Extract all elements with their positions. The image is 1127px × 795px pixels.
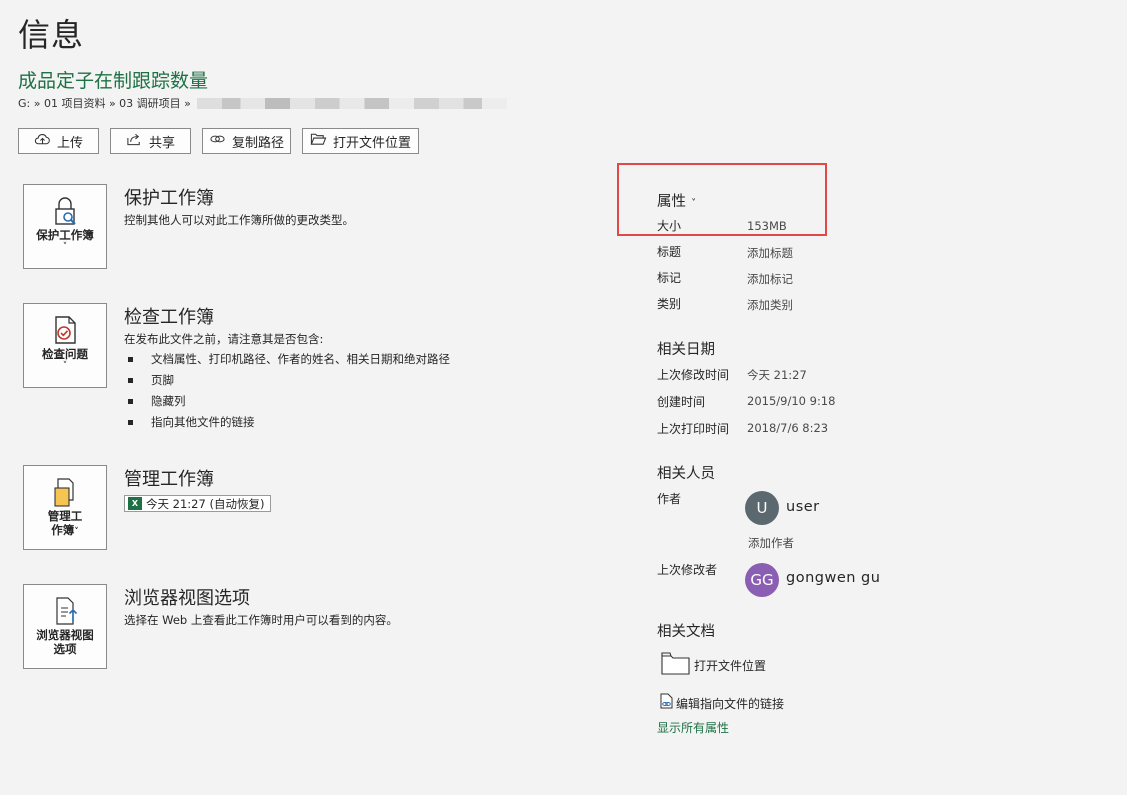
date-label-created: 创建时间 [657,395,706,409]
autosave-version-item[interactable]: X 今天 21:27 (自动恢复) [124,495,272,512]
author-name[interactable]: user [786,499,820,515]
browser-view-desc: 选择在 Web 上查看此工作簿时用户可以看到的内容。 [124,613,398,627]
chevron-down-icon: ˅ [74,527,79,537]
open-file-location-link[interactable]: 打开文件位置 [661,651,766,679]
inspect-bullet: 页脚 [124,372,174,388]
folder-icon [661,651,690,679]
add-author-link[interactable]: 添加作者 [748,535,794,551]
protect-workbook-button-label: 保护工作簿 [36,228,94,242]
inspect-bullet: 隐藏列 [124,393,186,409]
edit-links-link[interactable]: 编辑指向文件的链接 [660,693,784,713]
document-path: G: » 01 项目资料 » 03 调研项目 » [18,95,507,111]
date-value-printed: 2018/7/6 8:23 [747,421,829,435]
copy-path-label: 复制路径 [231,135,284,151]
link-icon [209,132,226,150]
property-value-category[interactable]: 添加类别 [747,297,793,313]
upload-label: 上传 [56,135,83,151]
path-redacted [196,97,507,109]
folder-open-icon [310,132,327,150]
related-people-header: 相关人员 [657,466,715,482]
modifier-name[interactable]: gongwen gu [786,570,880,586]
open-file-location-button[interactable]: 打开文件位置 [302,128,419,154]
check-issues-button[interactable]: 检查问题 ˅ [23,303,107,388]
lock-search-icon [49,195,81,227]
manage-workbook-title: 管理工作簿 [124,469,214,490]
browser-view-icon [49,595,81,627]
copy-path-button[interactable]: 复制路径 [202,128,291,154]
show-all-properties-link[interactable]: 显示所有属性 [657,719,729,736]
manage-workbook-section: 管理工 作簿˅ 管理工作簿 X 今天 21:27 (自动恢复) [23,465,583,551]
author-label: 作者 [657,492,682,506]
excel-file-icon: X [128,497,142,510]
protect-workbook-section: 保护工作簿 ˅ 保护工作簿 控制其他人可以对此工作簿所做的更改类型。 [23,184,583,270]
page-title: 信息 [18,16,85,54]
protect-workbook-desc: 控制其他人可以对此工作簿所做的更改类型。 [124,213,354,227]
chevron-down-icon: ˅ [62,361,68,371]
property-value-title[interactable]: 添加标题 [747,245,793,261]
inspect-bullet: 指向其他文件的链接 [124,414,255,430]
inspect-workbook-title: 检查工作簿 [124,307,214,328]
property-value-size: 153MB [747,219,787,233]
autosave-version-label: 今天 21:27 (自动恢复) [146,496,265,511]
share-button[interactable]: 共享 [110,128,191,154]
date-value-modified: 今天 21:27 [747,368,807,382]
check-issues-button-label: 检查问题 [42,347,88,361]
browser-view-options-button-label: 浏览器视图 选项 [36,628,94,656]
date-label-printed: 上次打印时间 [657,422,730,436]
edit-links-text: 编辑指向文件的链接 [676,696,785,711]
browser-view-section: 浏览器视图 选项 浏览器视图选项 选择在 Web 上查看此工作簿时用户可以看到的内… [23,584,583,670]
path-text: G: » 01 项目资料 » 03 调研项目 » [18,97,191,110]
property-label-size: 大小 [657,219,682,233]
share-icon [126,132,143,150]
property-label-title: 标题 [657,245,682,259]
upload-button[interactable]: 上传 [18,128,99,154]
chevron-down-icon: ˅ [691,198,697,209]
protect-workbook-title: 保护工作簿 [124,188,214,209]
property-label-tags: 标记 [657,271,682,285]
browser-view-title: 浏览器视图选项 [124,588,250,609]
document-title: 成品定子在制跟踪数量 [18,70,209,92]
inspect-workbook-desc: 在发布此文件之前，请注意其是否包含: [124,332,324,346]
date-label-modified: 上次修改时间 [657,368,730,382]
modifier-avatar[interactable]: GG [745,563,779,597]
document-check-icon [49,314,81,346]
document-link-icon [660,693,674,713]
file-toolbar: 上传 共享 复制路径 打开文件位置 [18,128,419,154]
related-docs-header: 相关文档 [657,624,715,640]
cloud-upload-icon [34,132,51,150]
properties-header[interactable]: 属性 ˅ [657,190,696,211]
manage-workbook-button[interactable]: 管理工 作簿˅ [23,465,107,550]
open-file-location-label: 打开文件位置 [332,135,411,151]
related-dates-header: 相关日期 [657,342,715,358]
browser-view-options-button[interactable]: 浏览器视图 选项 [23,584,107,669]
date-value-created: 2015/9/10 9:18 [747,394,836,408]
properties-highlight-box [617,163,827,236]
last-modified-by-label: 上次修改者 [657,563,718,577]
share-label: 共享 [148,135,175,151]
open-file-location-text: 打开文件位置 [694,658,767,673]
author-avatar[interactable]: U [745,491,779,525]
property-value-tags[interactable]: 添加标记 [747,271,793,287]
protect-workbook-button[interactable]: 保护工作簿 ˅ [23,184,107,269]
inspect-bullet: 文档属性、打印机路径、作者的姓名、相关日期和绝对路径 [124,351,450,367]
manage-workbook-icon [49,476,81,508]
chevron-down-icon: ˅ [62,242,68,252]
property-label-category: 类别 [657,297,682,311]
manage-workbook-button-label: 管理工 作簿˅ [47,509,83,537]
inspect-workbook-section: 检查问题 ˅ 检查工作簿 在发布此文件之前，请注意其是否包含: 文档属性、打印机… [23,303,583,433]
